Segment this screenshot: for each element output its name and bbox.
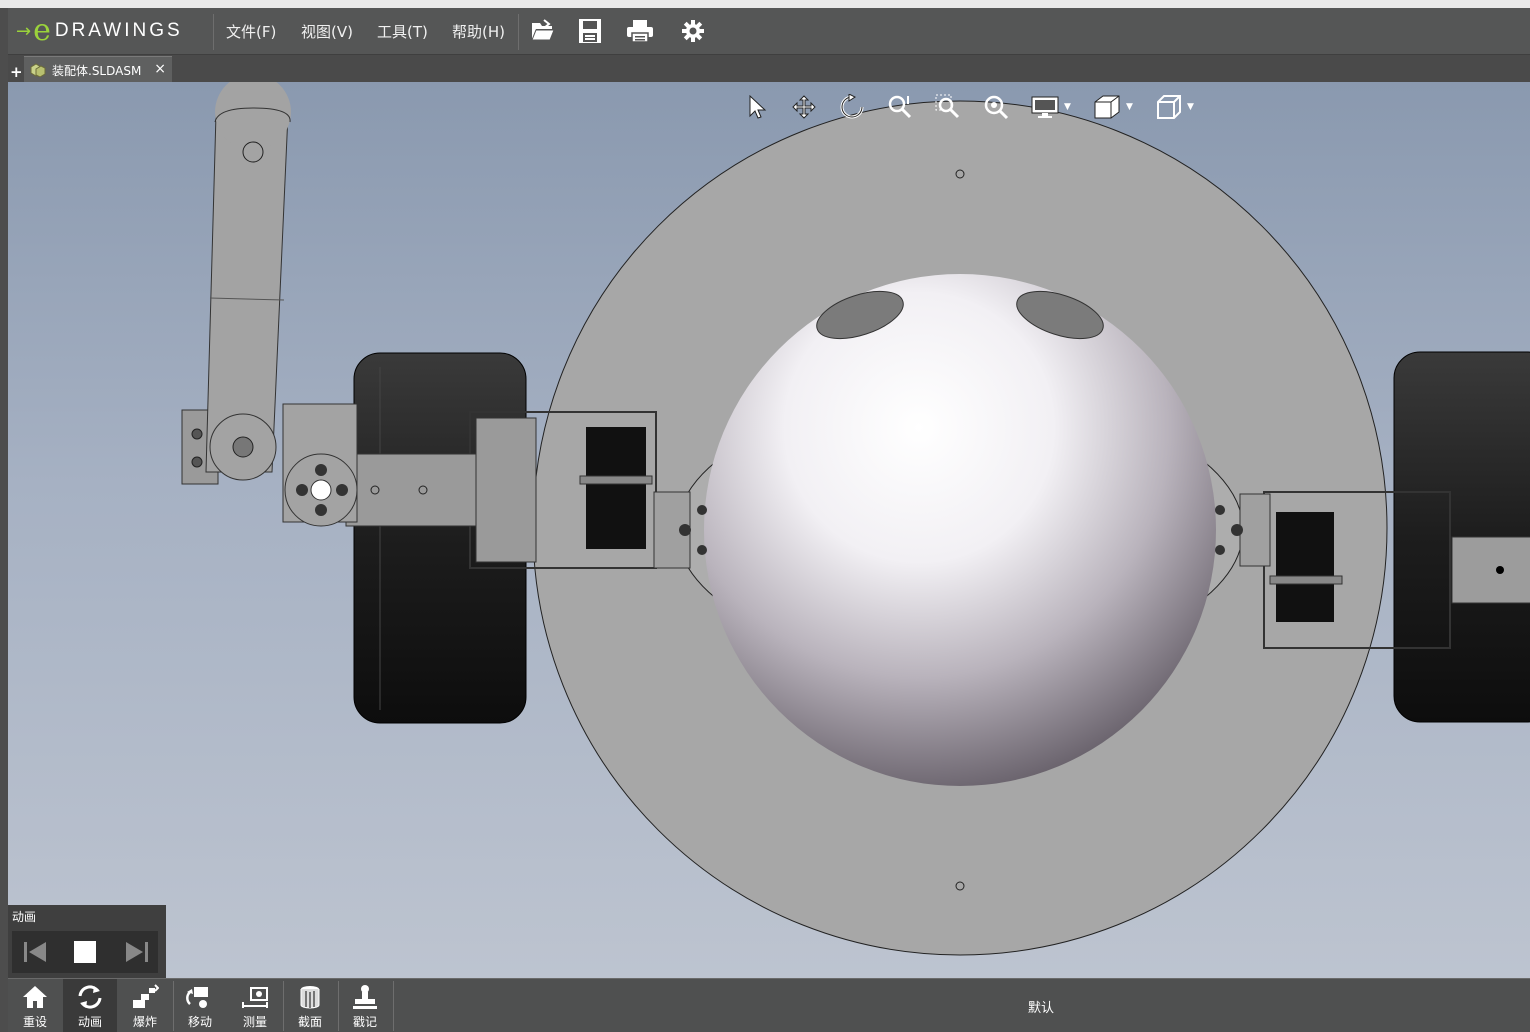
chevron-down-icon: ▼ [1064, 102, 1071, 112]
animation-controls [12, 931, 158, 973]
section-icon [300, 986, 320, 1009]
print-icon [627, 20, 653, 43]
section-view-dropdown[interactable]: ▼ [1082, 94, 1144, 120]
display-style-icon [1031, 96, 1059, 118]
animation-button[interactable]: 动画 [63, 979, 117, 1032]
section-button[interactable]: 截面 [283, 979, 337, 1032]
bottom-toolbar: 重设 动画 爆炸 移动 测量 截面 戳记 默认 [8, 978, 1530, 1032]
zoom-area-icon [935, 94, 960, 119]
move-icon [186, 987, 208, 1008]
app-toolbar: → e DRAWINGS 文件(F) 视图(V) 工具(T) 帮助(H) [8, 8, 1530, 55]
open-file-button[interactable] [528, 16, 558, 46]
menu-view[interactable]: 视图(V) [301, 21, 353, 42]
sphere-body [704, 274, 1216, 786]
settings-button[interactable] [678, 16, 708, 46]
toolbar-separator [518, 14, 519, 50]
select-tool[interactable] [734, 95, 780, 119]
menu-tools[interactable]: 工具(T) [377, 21, 428, 42]
zoom-tool[interactable] [972, 94, 1020, 120]
view-orientation-dropdown[interactable]: ▼ [1144, 94, 1206, 120]
zoom-icon [984, 95, 1009, 120]
tab-assembly[interactable]: 装配体.SLDASM × [24, 56, 172, 83]
pan-tool[interactable] [780, 95, 828, 119]
edrawings-logo: → e DRAWINGS [16, 14, 183, 48]
model-render [181, 82, 1530, 956]
pan-icon [792, 95, 816, 119]
menu-help[interactable]: 帮助(H) [452, 21, 505, 42]
logo-arrow-icon: → [16, 20, 32, 42]
view-orientation-cube-icon [1157, 95, 1182, 119]
document-tab-bar: + 装配体.SLDASM × [8, 55, 1530, 83]
configuration-status: 默认 [1028, 1001, 1055, 1016]
skip-to-end-button[interactable] [124, 940, 150, 968]
view-toolbar: ▼ ▼ ▼ [734, 90, 1206, 124]
save-button[interactable] [575, 16, 605, 46]
save-icon [579, 19, 601, 43]
explode-icon [133, 984, 159, 1008]
move-button[interactable]: 移动 [173, 979, 227, 1032]
chevron-down-icon: ▼ [1126, 102, 1133, 112]
zoom-fit-icon [888, 95, 912, 119]
menu-file[interactable]: 文件(F) [226, 21, 276, 42]
settings-gear-icon [682, 20, 704, 42]
display-style-dropdown[interactable]: ▼ [1020, 95, 1082, 119]
zoom-fit-tool[interactable] [876, 94, 924, 120]
stamp-button[interactable]: 戳记 [338, 979, 392, 1032]
explode-button[interactable]: 爆炸 [118, 979, 172, 1032]
print-button[interactable] [625, 16, 655, 46]
reset-button[interactable]: 重设 [8, 979, 62, 1032]
stop-button[interactable] [74, 941, 96, 967]
logo-letter: e [33, 13, 51, 48]
section-view-icon [1094, 95, 1120, 119]
animation-icon [78, 985, 102, 1009]
skip-forward-icon [126, 942, 148, 962]
open-file-icon [531, 19, 555, 41]
measure-icon [242, 987, 268, 1008]
tab-label: 装配体.SLDASM [52, 63, 142, 78]
add-tab-button[interactable]: + [10, 63, 23, 81]
select-arrow-icon [749, 95, 767, 119]
logo-text: DRAWINGS [54, 20, 183, 41]
toolbar-separator [393, 981, 394, 1031]
measure-button[interactable]: 测量 [228, 979, 282, 1032]
rotate-icon [840, 94, 864, 119]
zoom-area-tool[interactable] [924, 94, 972, 120]
animation-panel-title: 动画 [12, 910, 37, 924]
window-top-strip [0, 0, 1530, 8]
stop-icon [74, 941, 96, 963]
toolbar-separator [213, 14, 214, 50]
skip-back-icon [24, 942, 46, 962]
tab-close-button[interactable]: × [154, 61, 166, 77]
rotate-tool[interactable] [828, 94, 876, 120]
chevron-down-icon: ▼ [1187, 102, 1194, 112]
skip-to-start-button[interactable] [22, 940, 48, 968]
stamp-icon [353, 985, 377, 1009]
3d-viewport[interactable]: ▼ ▼ ▼ [8, 82, 1530, 978]
home-icon [23, 986, 47, 1008]
animation-panel: 动画 [8, 905, 166, 978]
assembly-icon [30, 63, 46, 77]
